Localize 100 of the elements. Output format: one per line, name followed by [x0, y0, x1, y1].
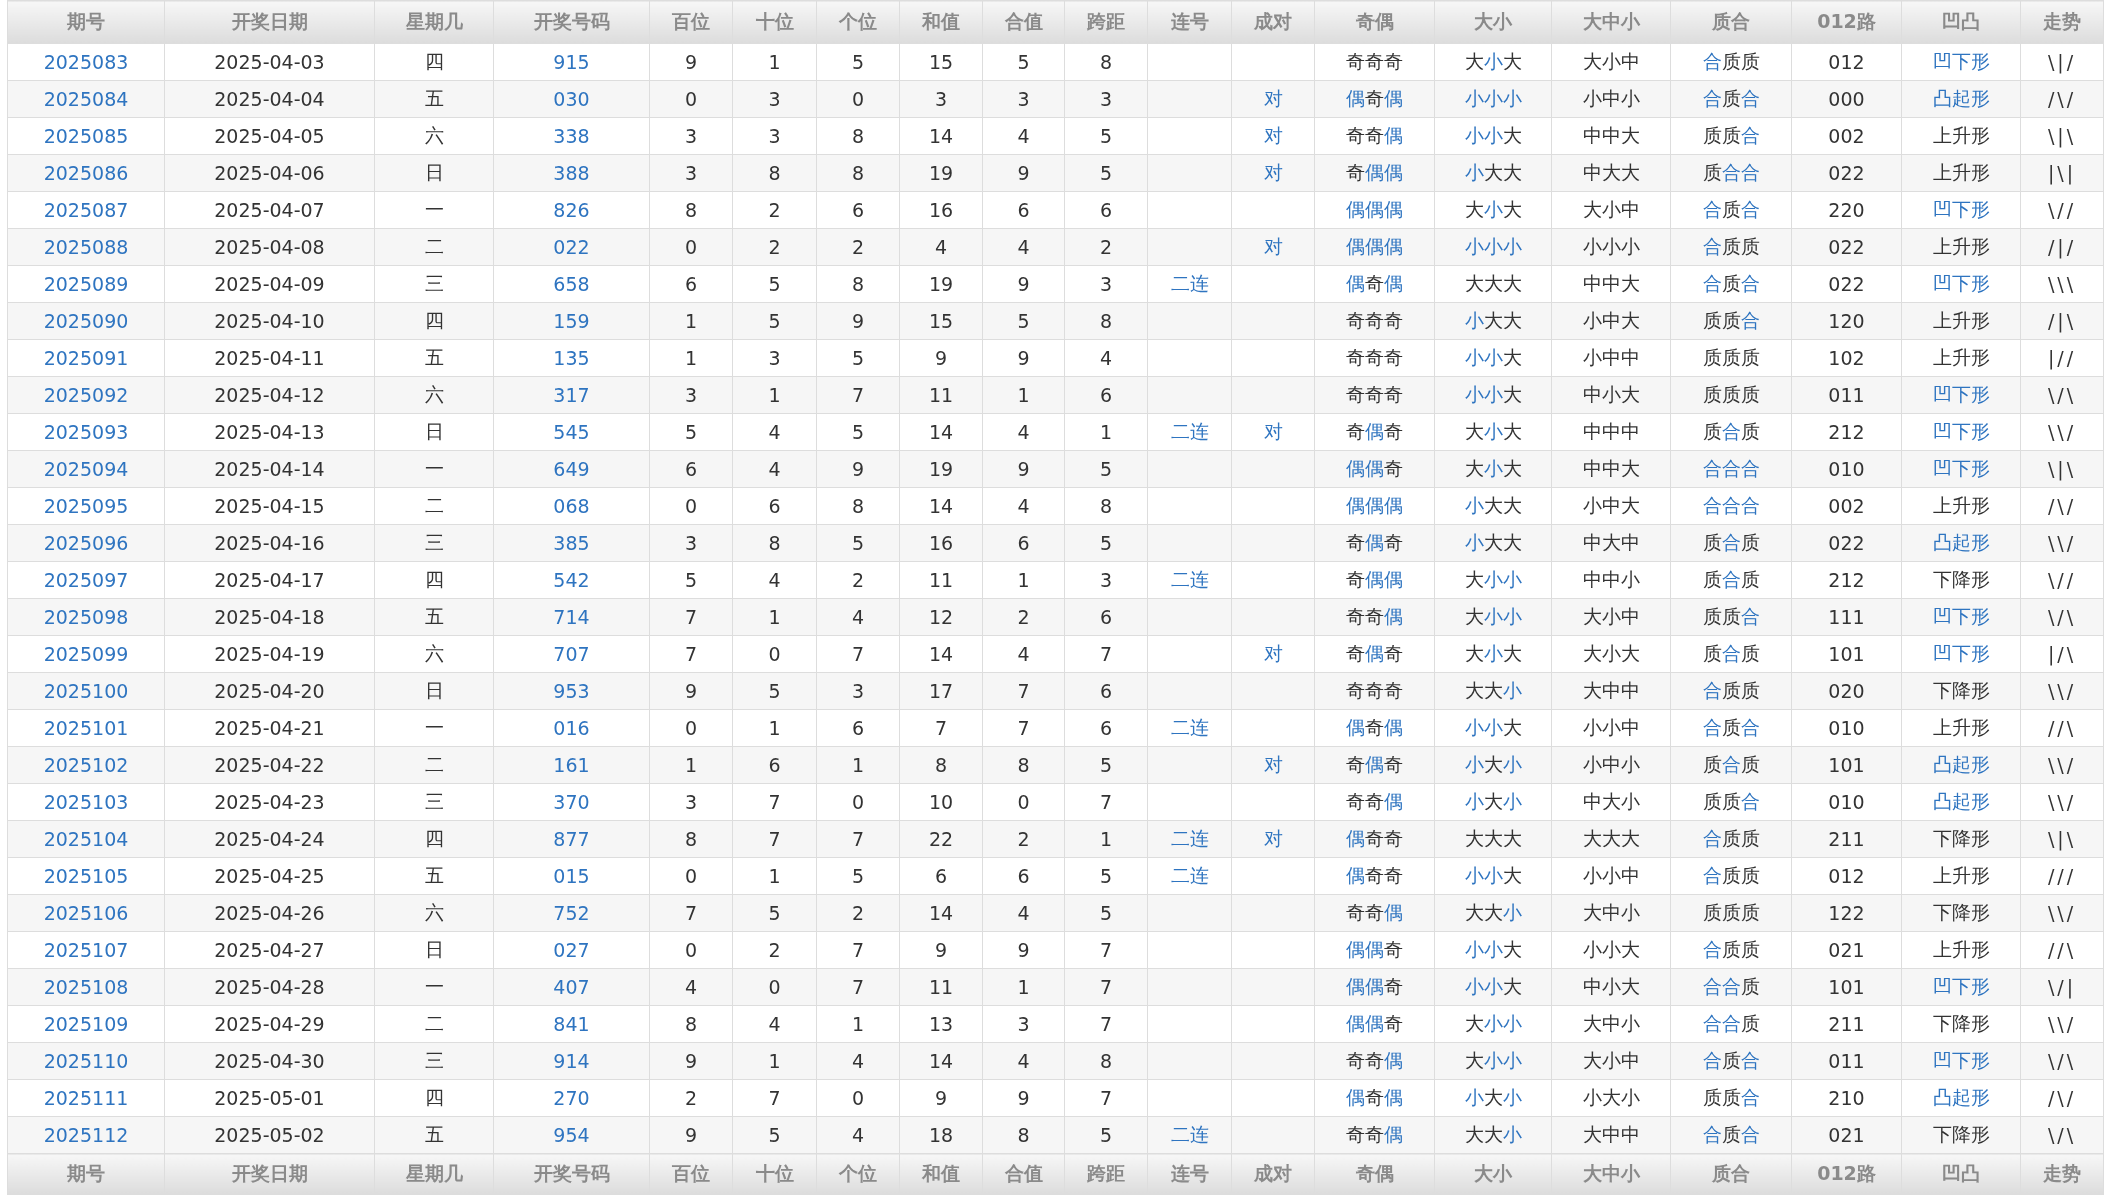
table-cell: 9 — [649, 1116, 733, 1154]
table-cell: 4 — [649, 968, 733, 1006]
table-cell: 3 — [732, 80, 817, 118]
winning-number: 914 — [493, 1042, 650, 1080]
table-cell: 2025-04-16 — [164, 524, 375, 562]
table-cell: 4 — [899, 228, 983, 266]
table-cell: 偶奇偶 — [1314, 1079, 1435, 1117]
table-cell: 102 — [1791, 339, 1902, 377]
winning-number: 270 — [493, 1079, 650, 1117]
table-cell: 8 — [982, 746, 1065, 784]
table-cell: 2025-04-28 — [164, 968, 375, 1006]
table-cell: 二 — [374, 487, 494, 525]
column-header: 奇偶 — [1314, 1153, 1435, 1195]
table-cell: 偶奇偶 — [1314, 80, 1435, 118]
table-cell: \\/ — [2020, 783, 2104, 821]
table-cell: 质合质 — [1670, 413, 1792, 451]
table-cell: 7 — [732, 1079, 817, 1117]
table-cell: 质质质 — [1670, 376, 1792, 414]
table-cell: 大小小 — [1434, 561, 1552, 599]
winning-number: 022 — [493, 228, 650, 266]
table-cell: 1 — [732, 598, 817, 636]
table-cell: 1 — [649, 339, 733, 377]
table-cell: 质合质 — [1670, 561, 1792, 599]
table-cell: 7 — [649, 598, 733, 636]
table-cell: 5 — [732, 302, 817, 340]
table-cell: 5 — [982, 43, 1065, 81]
table-cell: 小小小 — [1434, 80, 1552, 118]
table-cell: 9 — [982, 265, 1065, 303]
table-cell: /\/ — [2020, 487, 2104, 525]
table-cell: 7 — [816, 820, 900, 858]
table-cell: 10 — [899, 783, 983, 821]
table-cell: 偶奇奇 — [1314, 820, 1435, 858]
table-cell: 4 — [982, 117, 1065, 155]
table-cell: 022 — [1791, 524, 1902, 562]
table-cell: 奇奇奇 — [1314, 376, 1435, 414]
table-cell: 2025-04-13 — [164, 413, 375, 451]
table-cell: 奇奇偶 — [1314, 894, 1435, 932]
table-cell: 大小大 — [1434, 191, 1552, 229]
table-cell: 3 — [732, 117, 817, 155]
column-header: 走势 — [2020, 1153, 2104, 1195]
table-cell: 奇奇偶 — [1314, 783, 1435, 821]
table-cell: 偶偶奇 — [1314, 450, 1435, 488]
table-cell: 小大大 — [1434, 302, 1552, 340]
table-cell: 三 — [374, 524, 494, 562]
table-cell: 合质合 — [1670, 709, 1792, 747]
table-cell: 010 — [1791, 709, 1902, 747]
column-header: 凹凸 — [1901, 1153, 2021, 1195]
winning-number: 649 — [493, 450, 650, 488]
table-cell: 小小中 — [1551, 709, 1671, 747]
table-cell: 质合合 — [1670, 154, 1792, 192]
table-cell: 奇奇奇 — [1314, 339, 1435, 377]
table-cell: 111 — [1791, 598, 1902, 636]
table-cell: 2 — [732, 228, 817, 266]
table-cell: 合合质 — [1670, 968, 1792, 1006]
table-cell: 凹下形 — [1901, 43, 2021, 81]
table-cell: 二连 — [1147, 820, 1232, 858]
table-cell: 大小小 — [1434, 1005, 1552, 1043]
table-cell: 小大大 — [1434, 154, 1552, 192]
table-cell: 1 — [732, 709, 817, 747]
table-cell: //\ — [2020, 709, 2104, 747]
table-cell: 小小大 — [1434, 931, 1552, 969]
table-cell: 2025-04-29 — [164, 1005, 375, 1043]
winning-number: 015 — [493, 857, 650, 895]
table-cell: 3 — [649, 154, 733, 192]
table-cell: 7 — [1064, 635, 1148, 673]
table-cell: 212 — [1791, 413, 1902, 451]
table-cell: 二连 — [1147, 413, 1232, 451]
table-cell: 1 — [982, 968, 1065, 1006]
table-cell: 021 — [1791, 1116, 1902, 1154]
table-cell: 1 — [732, 376, 817, 414]
table-cell: 6 — [732, 746, 817, 784]
winning-number: 826 — [493, 191, 650, 229]
table-cell: 9 — [899, 931, 983, 969]
table-cell: 0 — [649, 709, 733, 747]
table-cell: 8 — [899, 746, 983, 784]
table-cell: 1 — [732, 43, 817, 81]
table-cell: 000 — [1791, 80, 1902, 118]
table-cell: 2025-04-10 — [164, 302, 375, 340]
table-cell: 6 — [816, 709, 900, 747]
table-cell: 5 — [1064, 524, 1148, 562]
column-header: 和值 — [899, 0, 983, 44]
table-cell: 9 — [982, 931, 1065, 969]
winning-number: 068 — [493, 487, 650, 525]
table-cell: 偶偶偶 — [1314, 228, 1435, 266]
table-cell: 凹下形 — [1901, 598, 2021, 636]
table-cell: \// — [2020, 191, 2104, 229]
table-cell: 中小大 — [1551, 376, 1671, 414]
table-cell: 2025-04-17 — [164, 561, 375, 599]
table-cell: 大小小 — [1434, 598, 1552, 636]
table-cell: 小大小 — [1551, 1079, 1671, 1117]
column-header: 成对 — [1231, 0, 1315, 44]
table-cell: 合合合 — [1670, 487, 1792, 525]
table-cell: \|\ — [2020, 450, 2104, 488]
column-header: 十位 — [732, 1153, 817, 1195]
table-cell: 14 — [899, 487, 983, 525]
table-cell: \|\ — [2020, 117, 2104, 155]
table-cell: 8 — [982, 1116, 1065, 1154]
column-header: 合值 — [982, 0, 1065, 44]
table-cell: 小大小 — [1434, 783, 1552, 821]
column-header: 开奖号码 — [493, 0, 650, 44]
